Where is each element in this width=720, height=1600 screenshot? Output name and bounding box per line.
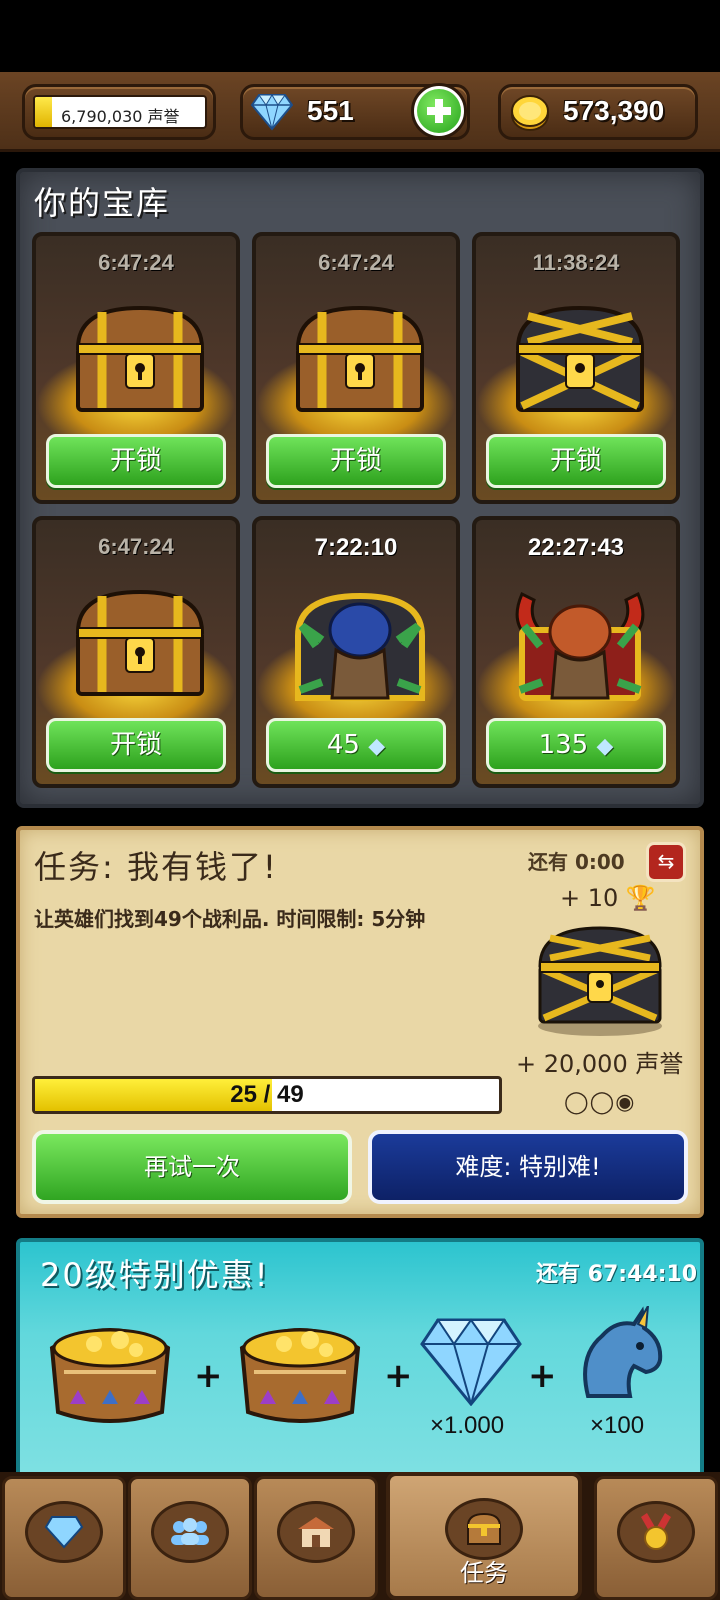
gold-coin-icon — [511, 95, 549, 131]
offer-title: 20级特别优惠! — [40, 1256, 270, 1294]
tab-quests[interactable]: 任务 — [386, 1472, 582, 1600]
top-hud: 6,790,030 声誉 551 573,390 — [0, 72, 720, 152]
gems-quantity: ×1.000 — [430, 1412, 505, 1439]
chest-timer: 6:47:24 — [318, 250, 394, 275]
plus-sign: + — [528, 1356, 557, 1396]
reward-trophies: + 10 🏆 — [560, 884, 656, 912]
gem-unlock-button[interactable]: 135 ◆ — [486, 718, 666, 772]
reward-chest-icon — [538, 926, 662, 1036]
unlock-button-label: 开锁 — [109, 446, 162, 476]
reputation-field: 6,790,030 声誉 — [33, 95, 207, 129]
unlock-button[interactable]: 开锁 — [46, 718, 226, 772]
difficulty-button[interactable]: 难度: 特别难! — [368, 1130, 688, 1204]
diamond-icon — [420, 1318, 522, 1406]
vault-chest-card[interactable]: 6:47:24 开锁 — [252, 232, 460, 504]
trophy-icon: 🏆 — [625, 884, 656, 912]
unicorn-icon — [583, 1306, 663, 1398]
reward-trophies-value: + 10 — [560, 884, 619, 912]
vault-chest-card[interactable]: 7:22:10 45 ◆ — [252, 516, 460, 788]
mission-title: 任务: 我有钱了! — [34, 848, 278, 886]
plus-icon — [417, 89, 461, 133]
treasure-pot-icon — [239, 1328, 361, 1423]
chest-timer: 6:47:24 — [98, 534, 174, 559]
chest-timer: 22:27:43 — [527, 534, 625, 561]
vault-chest-card[interactable]: 6:47:24 开锁 — [32, 516, 240, 788]
diamond-icon — [251, 94, 293, 131]
chest-timer: 7:22:10 — [314, 534, 398, 561]
medal-icon — [617, 1501, 695, 1563]
tab-quests-label: 任务 — [460, 1559, 508, 1587]
unlock-button[interactable]: 开锁 — [486, 434, 666, 488]
unlock-button-label: 开锁 — [109, 730, 162, 760]
reputation-bar — [35, 97, 52, 127]
tab-heroes[interactable] — [128, 1476, 252, 1600]
mission-progress-bar: 25 / 49 — [32, 1076, 502, 1114]
add-gems-button[interactable] — [411, 83, 467, 139]
gems-count: 551 — [307, 95, 354, 126]
gold-panel[interactable]: 573,390 — [498, 84, 698, 140]
mission-time-remaining: 还有 0:00 — [528, 850, 625, 874]
heroes-group-icon — [151, 1501, 229, 1563]
gem-unlock-button[interactable]: 45 ◆ — [266, 718, 446, 772]
mission-description: 让英雄们找到49个战利品. 时间限制: 5分钟 — [34, 907, 426, 931]
reputation-panel[interactable]: 6,790,030 声誉 — [22, 84, 216, 140]
retry-button[interactable]: 再试一次 — [32, 1130, 352, 1204]
vault-chest-card[interactable]: 6:47:24 开锁 — [32, 232, 240, 504]
reputation-value: 6,790,030 声誉 — [61, 107, 180, 126]
status-bar — [0, 0, 720, 72]
chest-timer: 11:38:24 — [532, 250, 620, 275]
unlock-button[interactable]: 开锁 — [266, 434, 446, 488]
plus-sign: + — [194, 1356, 223, 1396]
diamond-icon — [25, 1501, 103, 1563]
tab-buildings[interactable] — [254, 1476, 378, 1600]
treasure-pot-icon — [49, 1328, 171, 1423]
diamond-icon: ◆ — [368, 734, 386, 759]
unlock-button-label: 开锁 — [549, 446, 602, 476]
mission-stage-dots: ◯◯◉ — [564, 1090, 636, 1115]
gold-count: 573,390 — [563, 95, 665, 126]
tab-gems-shop[interactable] — [2, 1476, 126, 1600]
unlock-button-label: 135 — [538, 730, 589, 760]
unlock-button[interactable]: 开锁 — [46, 434, 226, 488]
vault-title: 你的宝库 — [34, 184, 171, 222]
gems-panel[interactable]: 551 — [240, 83, 470, 140]
chest-icon — [445, 1498, 523, 1560]
house-icon — [277, 1501, 355, 1563]
offer-time-remaining: 还有 67:44:10 — [536, 1262, 698, 1287]
reward-reputation: + 20,000 声誉 — [516, 1050, 684, 1078]
switch-mission-button[interactable]: ⇆ — [646, 842, 686, 882]
vault-chest-card[interactable]: 11:38:24 开锁 — [472, 232, 680, 504]
unlock-button-label: 45 — [326, 730, 360, 760]
diamond-icon: ◆ — [596, 734, 614, 759]
vault-chest-card[interactable]: 22:27:43 135 ◆ — [472, 516, 680, 788]
mission-progress-text: 25 / 49 — [230, 1081, 304, 1108]
chest-timer: 6:47:24 — [98, 250, 174, 275]
unicorn-quantity: ×100 — [590, 1412, 645, 1439]
plus-sign: + — [384, 1356, 413, 1396]
swap-icon: ⇆ — [657, 849, 675, 873]
unlock-button-label: 开锁 — [329, 446, 382, 476]
tab-achievements[interactable] — [594, 1476, 718, 1600]
